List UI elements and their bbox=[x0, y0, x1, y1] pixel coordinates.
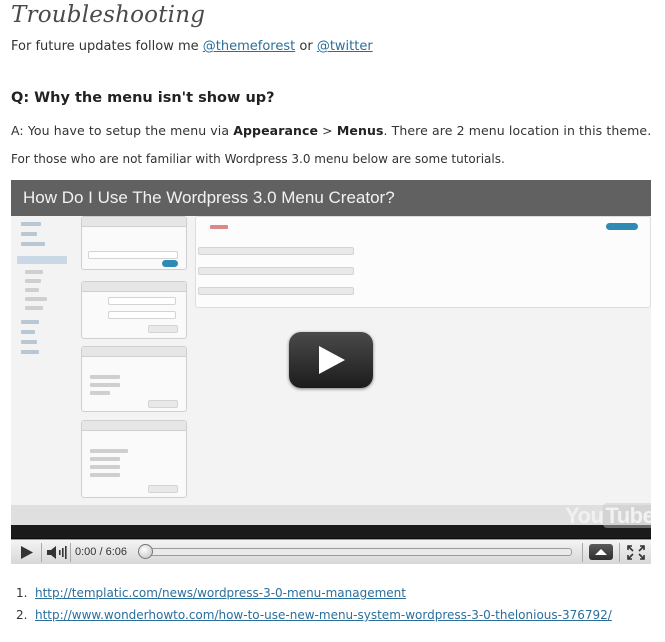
list-item: 2. http://www.wonderhowto.com/how-to-use-… bbox=[16, 608, 612, 630]
progress-track[interactable] bbox=[146, 548, 572, 556]
troubleshooting-section: Troubleshooting For future updates follo… bbox=[0, 0, 665, 642]
thumbnail-admin-sidebar bbox=[15, 216, 71, 366]
big-play-button[interactable] bbox=[289, 332, 373, 388]
video-title-bar[interactable]: How Do I Use The Wordpress 3.0 Menu Crea… bbox=[11, 180, 651, 216]
thumbnail-theme-locations-box bbox=[81, 216, 187, 270]
tutorial-links-list: 1. http://templatic.com/news/wordpress-3-… bbox=[16, 586, 612, 630]
youtube-logo-you: You bbox=[565, 503, 604, 528]
answer-appearance: Appearance bbox=[233, 123, 319, 138]
thumbnail-custom-links-box bbox=[81, 281, 187, 339]
thumbnail-categories-box bbox=[81, 420, 187, 498]
list-item: 1. http://templatic.com/news/wordpress-3-… bbox=[16, 586, 612, 608]
thumbnail-pages-box bbox=[81, 346, 187, 412]
play-icon bbox=[319, 346, 345, 374]
follow-line: For future updates follow me @themefores… bbox=[11, 39, 373, 54]
answer-suffix: . There are 2 menu location in this them… bbox=[383, 123, 652, 138]
fullscreen-button[interactable] bbox=[621, 540, 651, 564]
play-pause-button[interactable] bbox=[11, 540, 41, 564]
youtube-logo-tube: Tube bbox=[603, 503, 651, 528]
tutorial-link-wonderhowto[interactable]: http://www.wonderhowto.com/how-to-use-ne… bbox=[35, 608, 612, 622]
list-number: 1. bbox=[16, 586, 28, 600]
faq-answer: A: You have to setup the menu via Appear… bbox=[11, 123, 651, 138]
tutorial-intro: For those who are not familiar with Word… bbox=[11, 152, 505, 166]
control-divider bbox=[582, 543, 583, 562]
volume-icon bbox=[47, 546, 67, 559]
progress-knob[interactable] bbox=[138, 544, 153, 559]
video-frame[interactable]: How Do I Use The Wordpress 3.0 Menu Crea… bbox=[11, 180, 651, 538]
expand-up-icon bbox=[595, 549, 607, 555]
expand-up-button[interactable] bbox=[589, 544, 613, 560]
video-title[interactable]: How Do I Use The Wordpress 3.0 Menu Crea… bbox=[23, 188, 395, 208]
faq-question: Q: Why the menu isn't show up? bbox=[11, 90, 275, 106]
control-divider bbox=[70, 543, 71, 562]
follow-prefix: For future updates follow me bbox=[11, 39, 203, 54]
volume-button[interactable] bbox=[42, 540, 70, 564]
twitter-link[interactable]: @twitter bbox=[317, 39, 373, 54]
control-divider bbox=[619, 543, 620, 562]
page-title: Troubleshooting bbox=[11, 2, 206, 28]
tutorial-link-templatic[interactable]: http://templatic.com/news/wordpress-3-0-… bbox=[35, 586, 406, 600]
video-time: 0:00 / 6:06 bbox=[75, 546, 127, 558]
thumbnail-footer bbox=[11, 505, 651, 525]
fullscreen-icon bbox=[627, 545, 645, 560]
answer-sep: > bbox=[318, 123, 337, 138]
answer-prefix: A: You have to setup the menu via bbox=[11, 123, 234, 138]
themeforest-link[interactable]: @themeforest bbox=[203, 39, 295, 54]
youtube-logo[interactable]: YouTube bbox=[565, 503, 651, 529]
list-number: 2. bbox=[16, 608, 28, 622]
follow-middle: or bbox=[295, 39, 317, 54]
video-controls-bar: 0:00 / 6:06 bbox=[11, 539, 651, 564]
youtube-video-player[interactable]: How Do I Use The Wordpress 3.0 Menu Crea… bbox=[11, 180, 651, 564]
play-icon bbox=[21, 546, 33, 559]
answer-menus: Menus bbox=[336, 123, 384, 138]
thumbnail-menu-editor bbox=[195, 216, 651, 308]
